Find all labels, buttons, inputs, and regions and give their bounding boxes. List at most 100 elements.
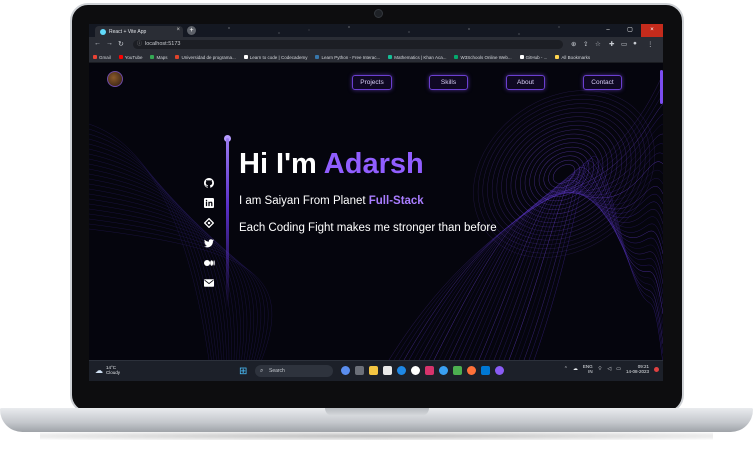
nav-about-button[interactable]: About <box>506 75 545 90</box>
hero-name: Adarsh <box>323 148 424 180</box>
minimize-button[interactable]: – <box>597 24 619 37</box>
bookmark-item[interactable]: Universidad de programa... <box>175 54 236 60</box>
github-icon[interactable] <box>203 178 215 190</box>
cloud-sync-icon[interactable]: ☁ <box>573 366 578 372</box>
react-icon <box>100 28 106 35</box>
webcam <box>374 9 383 18</box>
background-wave-line <box>89 123 210 360</box>
bookmark-item[interactable]: W3Schools Online Web... <box>454 54 512 60</box>
background-wave-line <box>89 218 265 360</box>
forward-icon[interactable]: → <box>106 40 113 47</box>
notification-icon[interactable] <box>654 366 659 372</box>
store-icon[interactable] <box>383 366 392 375</box>
bookmark-item[interactable]: GitHub - ... <box>519 54 548 60</box>
nav-skills-button[interactable]: Skills <box>429 75 468 90</box>
bookmark-favicon-icon <box>150 55 155 59</box>
wifi-icon[interactable]: ⌔ <box>598 366 603 372</box>
site-info-icon[interactable]: ⓘ <box>137 40 142 49</box>
background-wave-line <box>89 223 269 360</box>
extensions-icon[interactable]: ✚ <box>609 40 614 48</box>
background-wave-line <box>513 165 663 360</box>
bookmark-favicon-icon <box>243 55 248 59</box>
task-view-icon[interactable] <box>355 366 364 375</box>
clock[interactable]: 09:21 14-08-2023 <box>626 364 649 374</box>
twitter-icon[interactable] <box>203 238 215 250</box>
mail-icon[interactable] <box>203 278 215 290</box>
url-input[interactable]: ⓘ localhost:5173 <box>133 40 563 49</box>
new-tab-button[interactable]: + <box>187 26 196 35</box>
background-wave-line <box>473 181 663 360</box>
edge-icon[interactable] <box>397 366 406 375</box>
vscode-icon[interactable] <box>481 366 490 375</box>
bitwarden-icon[interactable] <box>439 366 448 375</box>
profile-icon[interactable]: ● <box>633 40 637 47</box>
timeline-line <box>226 138 229 308</box>
nav-projects-button[interactable]: Projects <box>352 75 392 90</box>
zoom-icon[interactable]: ⊕ <box>571 40 576 48</box>
weather-text: 14°C Cloudy <box>106 365 120 375</box>
background-wave-line <box>89 213 262 360</box>
bookmark-item[interactable]: Gmail <box>93 55 111 60</box>
bookmark-item[interactable]: All Bookmarks <box>555 55 590 60</box>
bookmark-item[interactable]: Learn Python - Free Interac... <box>315 55 380 60</box>
windows-start-icon[interactable]: ⊞ <box>239 366 247 377</box>
chevron-up-icon[interactable]: ⌃ <box>564 366 568 372</box>
bookmark-label: Universidad de programa... <box>181 54 236 60</box>
hero-tagline: Each Coding Fight makes me stronger than… <box>239 222 497 234</box>
browser-app-icon[interactable] <box>495 366 504 375</box>
weather-widget[interactable]: ☁ 14°C Cloudy <box>95 365 120 375</box>
reload-icon[interactable]: ↻ <box>118 40 124 48</box>
terminal-icon[interactable] <box>453 366 462 375</box>
background-wave-line <box>89 193 248 360</box>
bookmark-label: YouTube <box>124 54 143 60</box>
logo-avatar[interactable] <box>107 71 123 87</box>
background-waves <box>89 73 663 360</box>
volume-icon[interactable]: ◁ <box>607 366 611 372</box>
url-text: localhost:5173 <box>145 41 181 47</box>
share-icon[interactable]: ⇪ <box>583 40 588 48</box>
close-tab-icon[interactable]: × <box>176 27 180 33</box>
battery-icon[interactable]: ▭ <box>616 366 621 372</box>
bookmark-favicon-icon <box>555 55 560 59</box>
linkedin-icon[interactable] <box>203 198 215 210</box>
bookmark-item[interactable]: YouTube <box>118 54 143 60</box>
firefox-icon[interactable] <box>467 366 476 375</box>
bookmark-label: W3Schools Online Web... <box>460 54 512 60</box>
bookmark-item[interactable]: Maps <box>150 55 167 60</box>
bookmark-star-icon[interactable]: ☆ <box>595 40 601 48</box>
background-wave-line <box>438 169 663 360</box>
hashnode-icon[interactable] <box>203 217 215 230</box>
bookmark-favicon-icon <box>118 55 123 59</box>
nav-contact-button[interactable]: Contact <box>583 75 622 90</box>
browser-tab[interactable]: React + Vite App × <box>95 26 183 37</box>
maximize-button[interactable]: ▢ <box>619 24 641 37</box>
medium-icon[interactable] <box>203 258 215 270</box>
bookmark-item[interactable]: Learn to code | Codecademy <box>243 55 307 60</box>
bookmark-favicon-icon <box>519 55 524 59</box>
chrome-icon[interactable] <box>411 366 420 375</box>
copilot-icon[interactable] <box>341 366 350 375</box>
bookmark-favicon-icon <box>388 55 393 59</box>
bookmark-label: GitHub - ... <box>525 54 548 60</box>
bookmark-favicon-icon <box>93 55 97 59</box>
instagram-icon[interactable] <box>425 366 434 375</box>
background-wave-line <box>89 133 215 360</box>
bookmark-label: Gmail <box>99 54 111 60</box>
bookmark-item[interactable]: Mathematics | Khan Aca... <box>388 55 446 60</box>
laptop-notch <box>325 408 429 416</box>
portfolio-page: Projects Skills About Contact Hi I'm Ada… <box>89 64 663 360</box>
language-line2: IN <box>588 369 593 374</box>
bookmark-label: Learn Python - Free Interac... <box>321 54 381 60</box>
hero-subtitle-accent: Full-Stack <box>368 195 424 207</box>
background-wave-line <box>408 113 663 360</box>
bookmark-favicon-icon <box>454 55 459 59</box>
menu-icon[interactable]: ⋮ <box>647 40 654 48</box>
close-window-button[interactable]: × <box>641 24 663 37</box>
sidebar-icon[interactable]: ▭ <box>621 40 627 48</box>
taskbar-search[interactable]: ⌕ Search <box>255 365 333 377</box>
file-explorer-icon[interactable] <box>369 366 378 375</box>
back-icon[interactable]: ← <box>94 40 101 47</box>
language-indicator[interactable]: ENG IN <box>583 364 593 374</box>
page-scrollbar[interactable] <box>660 70 663 104</box>
bookmark-favicon-icon <box>175 55 180 59</box>
